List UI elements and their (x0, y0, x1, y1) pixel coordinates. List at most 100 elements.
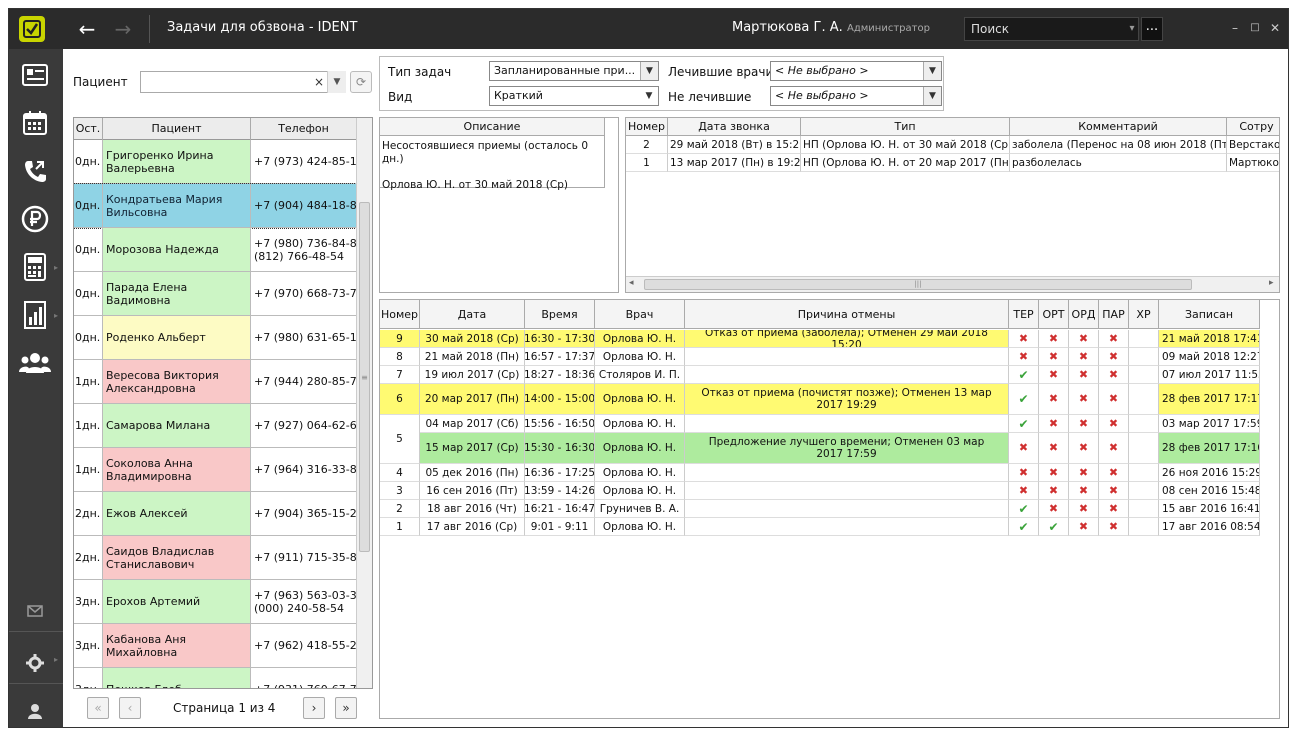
close-icon[interactable]: ✕ (1267, 19, 1283, 37)
not-treating-select[interactable]: < Не выбрано > ▼ (770, 86, 942, 106)
prev-page-button[interactable]: ‹ (119, 697, 141, 719)
patient-row[interactable]: 0дн. Морозова Надежда +7 (980) 736-84-85 (… (74, 228, 364, 272)
patient-row[interactable]: 2дн. Ежов Алексей +7 (904) 365-15-21 (74, 492, 364, 536)
visit-ort-cell[interactable]: ✖ (1039, 415, 1069, 433)
visit-ord-cell[interactable]: ✖ (1069, 330, 1099, 348)
patient-dropdown-button[interactable]: ▼ (327, 71, 346, 93)
ruble-icon[interactable] (17, 201, 53, 237)
patient-row[interactable]: 0дн. Роденко Альберт +7 (980) 631-65-14 (74, 316, 364, 360)
patient-row[interactable]: 3дн. Кабанова Аня Михайловна +7 (962) 418-… (74, 624, 364, 668)
visit-ord-cell[interactable]: ✖ (1069, 500, 1099, 518)
calendar-icon[interactable] (17, 105, 53, 141)
calls-cell-call-date[interactable]: 13 мар 2017 (Пн) в 19:29 (668, 154, 801, 172)
visit-number-cell[interactable]: 4 (380, 464, 420, 482)
visit-hr-cell[interactable] (1129, 464, 1159, 482)
visit-par-cell[interactable]: ✖ (1099, 482, 1129, 500)
visit-time-cell[interactable]: 16:21 - 16:47 (525, 500, 595, 518)
visit-doctor-cell[interactable]: Орлова Ю. Н. (595, 482, 685, 500)
chevron-down-icon[interactable]: ▾ (1124, 17, 1140, 41)
visit-recorded-cell[interactable]: 17 авг 2016 08:54 (1159, 518, 1260, 536)
visit-hr-cell[interactable] (1129, 482, 1159, 500)
visit-cancel-reason-cell[interactable] (685, 464, 1009, 482)
visit-ter-cell[interactable]: ✔ (1009, 518, 1039, 536)
visit-ort-cell[interactable]: ✖ (1039, 366, 1069, 384)
user-name[interactable]: Мартюкова Г. А. (732, 20, 843, 35)
first-page-button[interactable]: « (87, 697, 109, 719)
visit-ter-cell[interactable]: ✖ (1009, 330, 1039, 348)
column-header-ost[interactable]: Ост. (74, 118, 103, 140)
patient-list-scrollbar[interactable]: ≡ (356, 118, 372, 688)
visit-doctor-cell[interactable]: Груничев В. А. (595, 500, 685, 518)
column-header-patient[interactable]: Пациент (103, 118, 251, 140)
visit-recorded-cell[interactable]: 07 июл 2017 11:55 (1159, 366, 1260, 384)
visit-ort-cell[interactable]: ✖ (1039, 384, 1069, 415)
visit-par-cell[interactable]: ✖ (1099, 366, 1129, 384)
visit-ter-cell[interactable]: ✔ (1009, 366, 1039, 384)
calls-cell-comment[interactable]: заболела (Перенос на 08 июн 2018 (Пт)) (1010, 136, 1227, 154)
visit-doctor-cell[interactable]: Орлова Ю. Н. (595, 415, 685, 433)
visit-time-cell[interactable]: 16:57 - 17:37 (525, 348, 595, 366)
visit-ort-cell[interactable]: ✖ (1039, 330, 1069, 348)
visit-par-cell[interactable]: ✖ (1099, 518, 1129, 536)
visit-time-cell[interactable]: 9:01 - 9:11 (525, 518, 595, 536)
scrollbar-thumb[interactable]: ≡ (359, 202, 370, 552)
visit-par-cell[interactable]: ✖ (1099, 348, 1129, 366)
calls-column-header-type[interactable]: Тип (801, 118, 1010, 136)
visit-hr-cell[interactable] (1129, 348, 1159, 366)
visit-recorded-cell[interactable]: 03 мар 2017 17:59 (1159, 415, 1260, 433)
visit-ord-cell[interactable]: ✖ (1069, 518, 1099, 536)
visit-cancel-reason-cell[interactable] (685, 348, 1009, 366)
visit-hr-cell[interactable] (1129, 518, 1159, 536)
visit-ter-cell[interactable]: ✔ (1009, 415, 1039, 433)
visit-time-cell[interactable]: 15:56 - 16:50 (525, 415, 595, 433)
refresh-icon[interactable]: ⟳ (350, 71, 372, 93)
visit-hr-cell[interactable] (1129, 330, 1159, 348)
visit-ord-cell[interactable]: ✖ (1069, 464, 1099, 482)
visit-time-cell[interactable]: 15:30 - 16:30 (525, 433, 595, 464)
visits-column-header-ort[interactable]: ОРТ (1039, 300, 1069, 329)
visits-column-header-cancel-reason[interactable]: Причина отмены (685, 300, 1009, 329)
visit-ort-cell[interactable]: ✔ (1039, 518, 1069, 536)
calls-column-header-call-date[interactable]: Дата звонка (668, 118, 801, 136)
calls-column-header-comment[interactable]: Комментарий (1010, 118, 1227, 136)
visit-hr-cell[interactable] (1129, 500, 1159, 518)
clear-icon[interactable]: × (311, 71, 327, 93)
search-more-button[interactable]: ... (1141, 17, 1163, 41)
minimize-icon[interactable]: – (1227, 19, 1243, 37)
visit-ord-cell[interactable]: ✖ (1069, 482, 1099, 500)
visit-time-cell[interactable]: 14:00 - 15:00 (525, 384, 595, 415)
calls-cell-number[interactable]: 2 (626, 136, 668, 154)
visit-hr-cell[interactable] (1129, 433, 1159, 464)
visit-date-cell[interactable]: 19 июл 2017 (Ср) (420, 366, 525, 384)
visit-hr-cell[interactable] (1129, 366, 1159, 384)
back-arrow-icon[interactable]: ← (74, 16, 100, 42)
visit-recorded-cell[interactable]: 09 май 2018 12:27 (1159, 348, 1260, 366)
visit-ord-cell[interactable]: ✖ (1069, 433, 1099, 464)
visits-column-header-par[interactable]: ПАР (1099, 300, 1129, 329)
chevron-down-icon[interactable]: ▼ (640, 62, 658, 80)
visit-cancel-reason-cell[interactable] (685, 518, 1009, 536)
visit-time-cell[interactable]: 16:36 - 17:25 (525, 464, 595, 482)
calls-column-header-number[interactable]: Номер (626, 118, 668, 136)
patient-row[interactable]: 3дн.Пешков Глеб+7 (931) 760-67-78 (74, 668, 364, 688)
visits-column-header-ord[interactable]: ОРД (1069, 300, 1099, 329)
calls-cell-type[interactable]: НП (Орлова Ю. Н. от 20 мар 2017 (Пн)) (801, 154, 1010, 172)
visit-par-cell[interactable]: ✖ (1099, 415, 1129, 433)
calls-horizontal-scrollbar[interactable]: ◂ ||| ▸ (626, 276, 1279, 292)
chevron-down-icon[interactable]: ▼ (640, 87, 658, 105)
visit-recorded-cell[interactable]: 08 сен 2016 15:48 (1159, 482, 1260, 500)
visit-ter-cell[interactable]: ✖ (1009, 348, 1039, 366)
visit-ter-cell[interactable]: ✖ (1009, 482, 1039, 500)
forward-arrow-icon[interactable]: → (110, 16, 136, 42)
treating-doctors-select[interactable]: < Не выбрано > ▼ (770, 61, 942, 81)
visit-cancel-reason-cell[interactable] (685, 366, 1009, 384)
visit-ter-cell[interactable]: ✖ (1009, 433, 1039, 464)
visit-par-cell[interactable]: ✖ (1099, 330, 1129, 348)
visits-column-header-doctor[interactable]: Врач (595, 300, 685, 329)
calls-cell-number[interactable]: 1 (626, 154, 668, 172)
visit-cancel-reason-cell[interactable]: Отказ от приема (почистят позже); Отмене… (685, 384, 1009, 415)
group-icon[interactable] (17, 345, 53, 381)
visit-doctor-cell[interactable]: Столяров И. П. (595, 366, 685, 384)
visit-number-cell[interactable]: 6 (380, 384, 420, 415)
calls-cell-type[interactable]: НП (Орлова Ю. Н. от 30 май 2018 (Ср)) (801, 136, 1010, 154)
